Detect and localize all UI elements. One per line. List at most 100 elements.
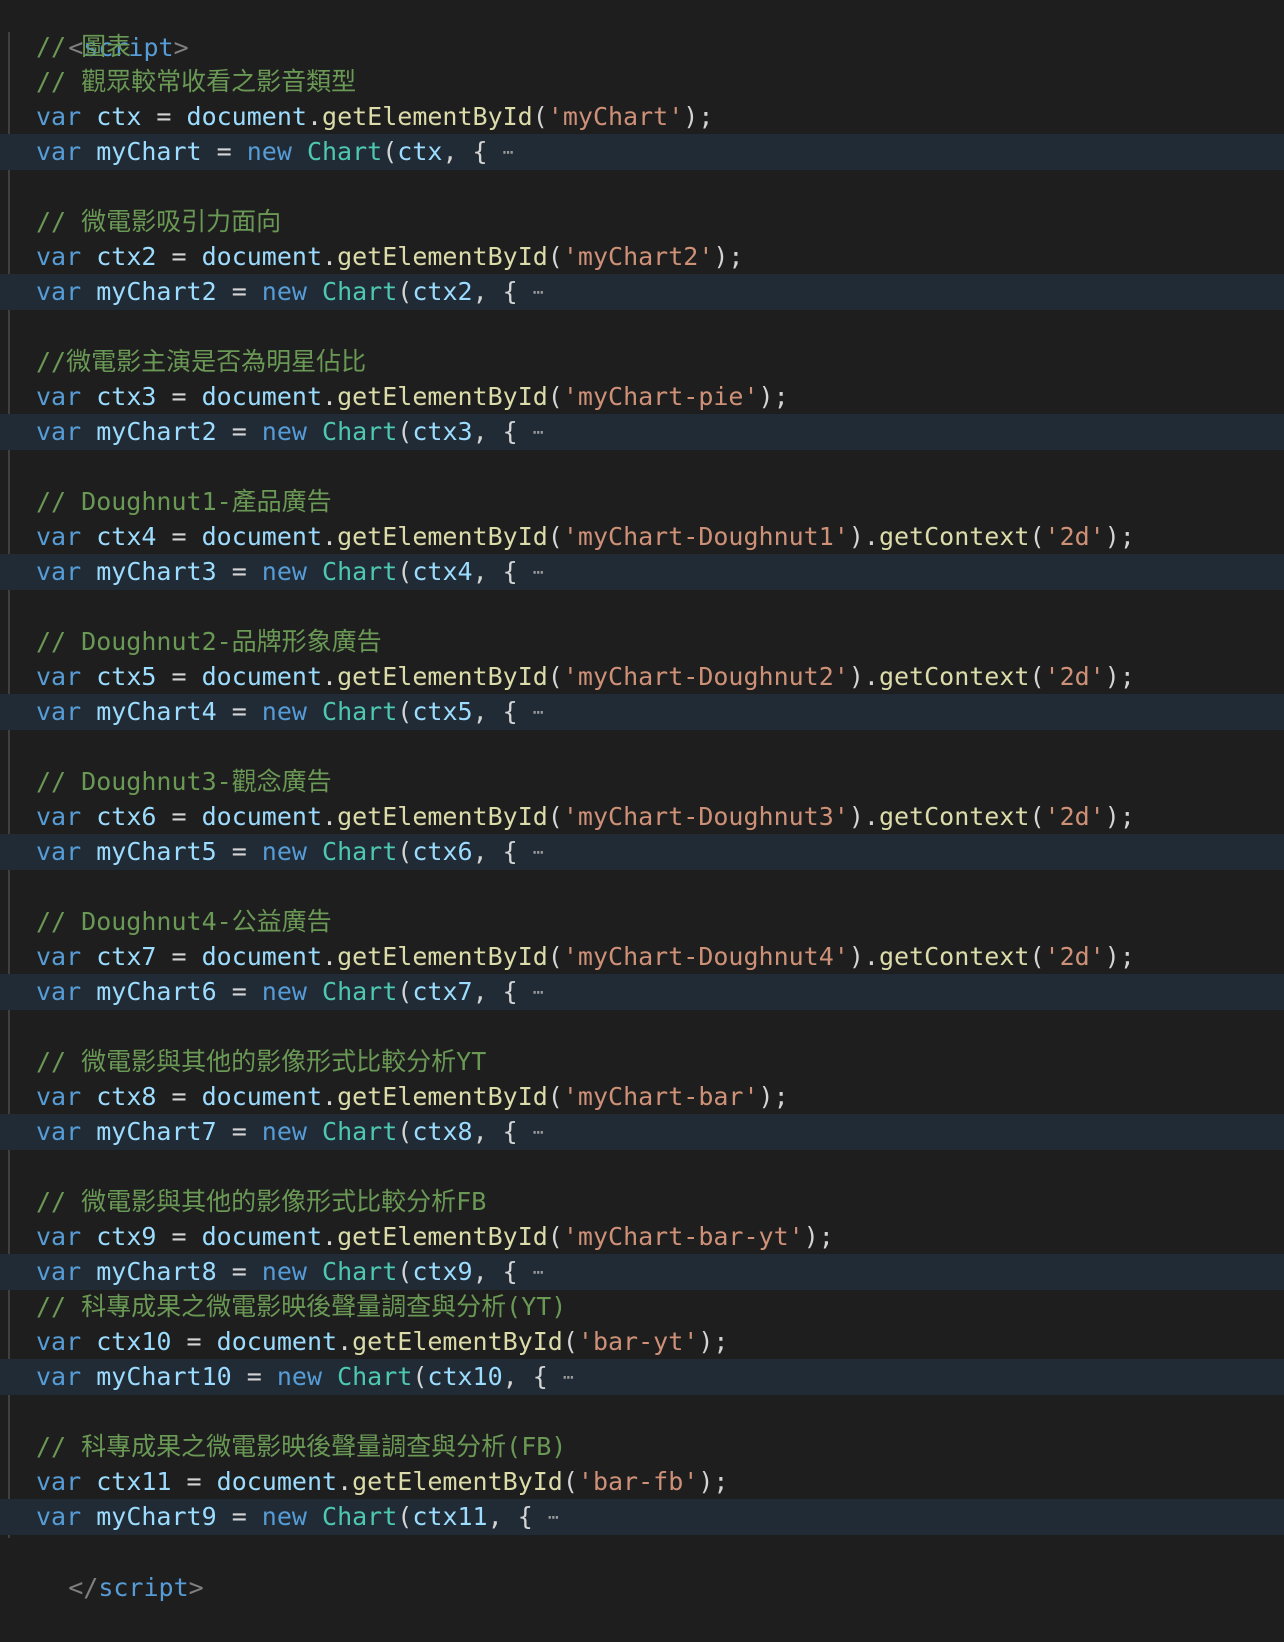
variable: myChart3 <box>96 557 217 586</box>
variable: ctx7 <box>412 977 473 1006</box>
chart-declaration: var myChart2 = new Chart(ctx3, { ⋯ <box>36 417 544 446</box>
keyword: new <box>261 837 307 866</box>
function: getElementById <box>352 1327 563 1356</box>
fold-ellipsis-icon[interactable]: ⋯ <box>533 282 544 303</box>
variable: ctx11 <box>96 1467 172 1496</box>
code-line: // 觀眾較常收看之影音類型 <box>0 64 1284 100</box>
function: getContext <box>878 942 1030 971</box>
fold-ellipsis-icon[interactable]: ⋯ <box>533 982 544 1003</box>
code-line: var ctx8 = document.getElementById('myCh… <box>0 1079 1284 1115</box>
keyword: var <box>36 1082 82 1111</box>
comment: // 觀眾較常收看之影音類型 <box>36 67 357 96</box>
code-line: //微電影主演是否為明星佔比 <box>0 344 1284 380</box>
keyword: var <box>36 942 82 971</box>
variable: myChart5 <box>96 837 217 866</box>
code-line-folded[interactable]: var myChart = new Chart(ctx, { ⋯ <box>0 134 1284 170</box>
code-line: // 微電影與其他的影像形式比較分析YT <box>0 1044 1284 1080</box>
class: Chart <box>322 837 398 866</box>
fold-ellipsis-icon[interactable]: ⋯ <box>533 562 544 583</box>
object: document <box>201 942 323 971</box>
code-line-folded[interactable]: var myChart7 = new Chart(ctx8, { ⋯ <box>0 1114 1284 1150</box>
keyword: var <box>36 417 82 446</box>
variable: ctx4 <box>412 557 473 586</box>
code-line-folded[interactable]: var myChart5 = new Chart(ctx6, { ⋯ <box>0 834 1284 870</box>
comment: //微電影主演是否為明星佔比 <box>36 347 367 376</box>
fold-ellipsis-icon[interactable]: ⋯ <box>533 1262 544 1283</box>
variable: ctx5 <box>412 697 473 726</box>
code-line: // Doughnut3-觀念廣告 <box>0 764 1284 800</box>
keyword: new <box>261 1257 307 1286</box>
code-line-folded[interactable]: var myChart3 = new Chart(ctx4, { ⋯ <box>0 554 1284 590</box>
ctx-declaration: var ctx3 = document.getElementById('myCh… <box>36 382 789 411</box>
ctx-declaration: var ctx4 = document.getElementById('myCh… <box>36 522 1135 551</box>
function: getContext <box>878 522 1030 551</box>
fold-ellipsis-icon[interactable]: ⋯ <box>548 1507 559 1528</box>
fold-ellipsis-icon[interactable]: ⋯ <box>533 422 544 443</box>
keyword: new <box>261 977 307 1006</box>
code-line: // 微電影吸引力面向 <box>0 204 1284 240</box>
keyword: new <box>261 417 307 446</box>
code-line-folded[interactable]: var myChart8 = new Chart(ctx9, { ⋯ <box>0 1254 1284 1290</box>
chart-declaration: var myChart3 = new Chart(ctx4, { ⋯ <box>36 557 544 586</box>
class: Chart <box>322 977 398 1006</box>
ctx-declaration: var ctx8 = document.getElementById('myCh… <box>36 1082 789 1111</box>
string: '2d' <box>1044 522 1105 551</box>
code-line-folded[interactable]: var myChart4 = new Chart(ctx5, { ⋯ <box>0 694 1284 730</box>
code-line: // Doughnut4-公益廣告 <box>0 904 1284 940</box>
code-line: var ctx = document.getElementById('myCha… <box>0 99 1284 135</box>
comment: // Doughnut2-品牌形象廣告 <box>36 627 382 656</box>
variable: ctx10 <box>427 1362 503 1391</box>
chart-declaration: var myChart8 = new Chart(ctx9, { ⋯ <box>36 1257 544 1286</box>
keyword: var <box>36 557 82 586</box>
object: document <box>216 1327 338 1356</box>
tag-name: script <box>98 1573 189 1602</box>
keyword: var <box>36 1222 82 1251</box>
fold-ellipsis-icon[interactable]: ⋯ <box>533 1122 544 1143</box>
string: '2d' <box>1044 662 1105 691</box>
object: document <box>201 382 323 411</box>
code-line: var ctx10 = document.getElementById('bar… <box>0 1324 1284 1360</box>
string: 'myChart-pie' <box>562 382 759 411</box>
variable: myChart7 <box>96 1117 217 1146</box>
variable: ctx8 <box>412 1117 473 1146</box>
code-line: // 科專成果之微電影映後聲量調查與分析(YT) <box>0 1289 1284 1325</box>
keyword: var <box>36 242 82 271</box>
ctx-declaration: var ctx9 = document.getElementById('myCh… <box>36 1222 834 1251</box>
variable: ctx10 <box>96 1327 172 1356</box>
code-line-folded[interactable]: var myChart2 = new Chart(ctx2, { ⋯ <box>0 274 1284 310</box>
keyword: var <box>36 1502 82 1531</box>
function: getElementById <box>337 802 548 831</box>
string: 'myChart-bar' <box>562 1082 759 1111</box>
chart-declaration: var myChart4 = new Chart(ctx5, { ⋯ <box>36 697 544 726</box>
code-editor[interactable]: <script> // 圖表 // 觀眾較常收看之影音類型 var ctx = … <box>0 0 1284 1608</box>
chart-declaration: var myChart5 = new Chart(ctx6, { ⋯ <box>36 837 544 866</box>
function: getElementById <box>322 102 533 131</box>
variable: myChart6 <box>96 977 217 1006</box>
fold-ellipsis-icon[interactable]: ⋯ <box>533 842 544 863</box>
object: document <box>201 802 323 831</box>
code-line-folded[interactable]: var myChart6 = new Chart(ctx7, { ⋯ <box>0 974 1284 1010</box>
class: Chart <box>337 1362 413 1391</box>
ctx-declaration: var ctx11 = document.getElementById('bar… <box>36 1467 729 1496</box>
code-line-folded[interactable]: var myChart2 = new Chart(ctx3, { ⋯ <box>0 414 1284 450</box>
string: 'myChart' <box>547 102 684 131</box>
fold-ellipsis-icon[interactable]: ⋯ <box>533 702 544 723</box>
keyword: var <box>36 837 82 866</box>
code-line-folded[interactable]: var myChart10 = new Chart(ctx10, { ⋯ <box>0 1359 1284 1395</box>
keyword: var <box>36 137 82 166</box>
object: document <box>201 662 323 691</box>
class: Chart <box>322 697 398 726</box>
tag-bracket: </ <box>68 1573 99 1602</box>
object: document <box>201 242 323 271</box>
class: Chart <box>322 1502 398 1531</box>
keyword: var <box>36 277 82 306</box>
comment: // Doughnut1-產品廣告 <box>36 487 332 516</box>
fold-ellipsis-icon[interactable]: ⋯ <box>563 1367 574 1388</box>
code-line: // Doughnut2-品牌形象廣告 <box>0 624 1284 660</box>
variable: ctx9 <box>412 1257 473 1286</box>
string: 'myChart-Doughnut1' <box>562 522 849 551</box>
fold-ellipsis-icon[interactable]: ⋯ <box>503 142 514 163</box>
variable: ctx3 <box>96 382 157 411</box>
code-line-folded[interactable]: var myChart9 = new Chart(ctx11, { ⋯ <box>0 1499 1284 1535</box>
object: document <box>216 1467 338 1496</box>
